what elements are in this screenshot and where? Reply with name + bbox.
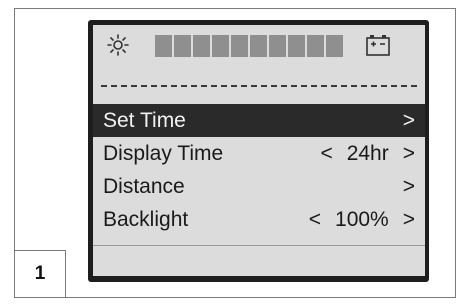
menu-item-value: 100% [335,207,389,231]
figure-number: 1 [14,250,66,298]
menu-item-controls: > [403,109,415,133]
menu-item-label: Set Time [103,108,186,132]
settings-menu: Set Time > Display Time < 24hr > Distanc… [93,104,425,236]
next-arrow[interactable]: > [403,109,415,133]
menu-item-distance[interactable]: Distance > [93,170,425,203]
menu-item-controls: > [403,175,415,199]
level-segment [288,35,305,57]
level-segment [269,35,286,57]
level-segment [155,35,172,57]
next-arrow[interactable]: > [403,175,415,199]
menu-item-value: 24hr [346,141,389,165]
battery-icon [366,35,390,56]
brightness-level-bar [155,35,343,57]
device-display: Set Time > Display Time < 24hr > Distanc… [88,20,429,282]
level-segment [193,35,210,57]
menu-item-display-time[interactable]: Display Time < 24hr > [93,137,425,170]
menu-item-backlight[interactable]: Backlight < 100% > [93,203,425,236]
level-segment [231,35,248,57]
dashed-divider [101,85,417,87]
menu-item-label: Backlight [103,207,189,231]
menu-item-set-time[interactable]: Set Time > [93,104,425,137]
next-arrow[interactable]: > [403,142,415,166]
sun-icon [107,34,129,56]
level-segment [212,35,229,57]
level-segment [174,35,191,57]
bottom-divider [93,245,425,246]
menu-item-controls: < 100% > [309,208,415,232]
status-bar [93,25,425,65]
level-segment [307,35,324,57]
level-segment [250,35,267,57]
menu-item-controls: < 24hr > [320,142,415,166]
prev-arrow[interactable]: < [309,208,321,232]
next-arrow[interactable]: > [403,208,415,232]
prev-arrow[interactable]: < [320,142,332,166]
menu-item-label: Display Time [103,141,224,165]
lcd-screen: Set Time > Display Time < 24hr > Distanc… [93,25,425,276]
menu-item-label: Distance [103,174,185,198]
level-segment [326,35,343,57]
